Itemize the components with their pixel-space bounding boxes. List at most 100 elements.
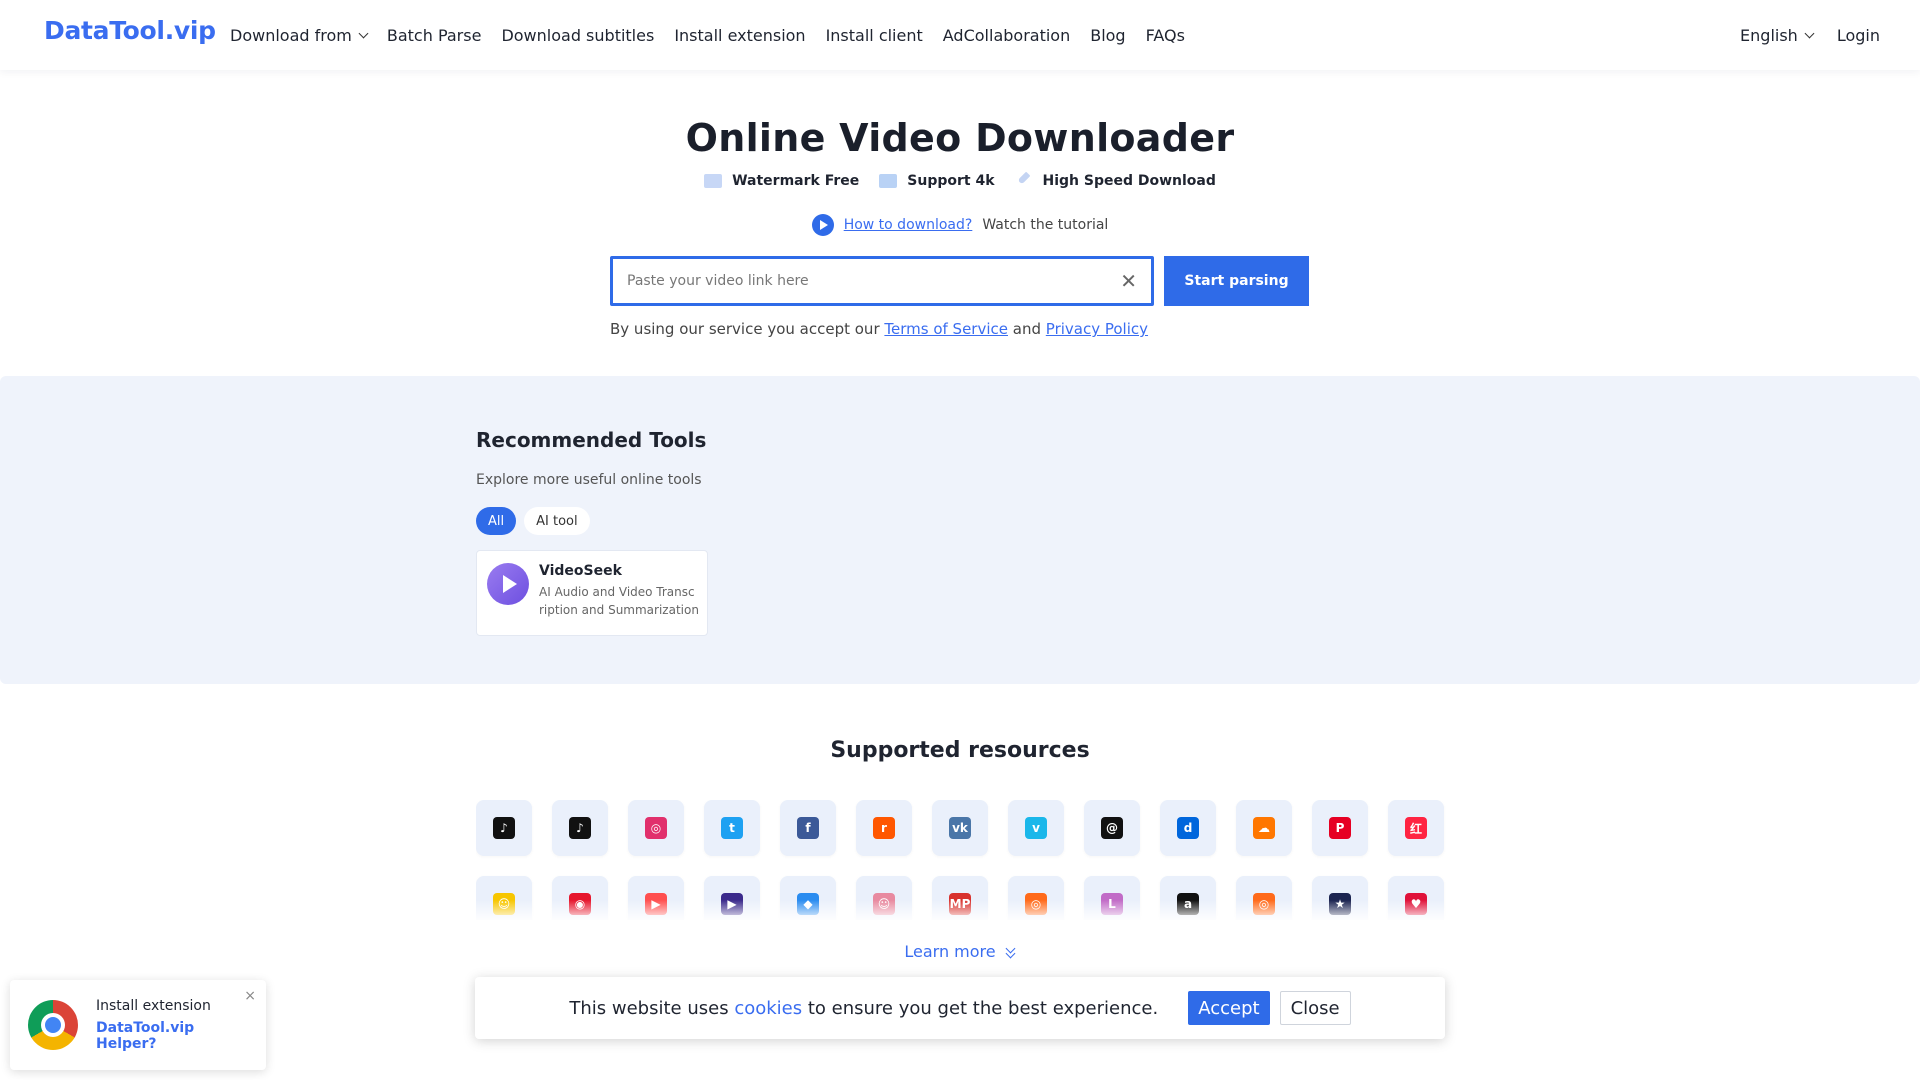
nav-item-faqs[interactable]: FAQs <box>1146 26 1185 45</box>
nav-item-label: AdCollaboration <box>942 25 1071 45</box>
soundcloud-icon: ☁ <box>1253 817 1275 839</box>
nav-item-install-client[interactable]: Install client <box>826 26 923 45</box>
resource-tile[interactable]: v <box>1008 800 1064 856</box>
4k-icon <box>879 174 898 188</box>
rocket-icon <box>1015 172 1033 190</box>
douyin-icon: ♪ <box>569 817 591 839</box>
extension-text: Install extension DataTool.vip Helper? <box>96 998 248 1052</box>
cookies-link[interactable]: cookies <box>734 998 802 1019</box>
accept-cookies-button[interactable]: Accept <box>1188 991 1270 1025</box>
tab-all[interactable]: All <box>476 507 517 535</box>
grid-fade <box>460 900 1460 922</box>
resource-tile[interactable]: vk <box>932 800 988 856</box>
tools-tabs: All AI tool <box>476 507 590 535</box>
extension-helper-link[interactable]: DataTool.vip Helper? <box>96 1020 248 1052</box>
language-selector[interactable]: English <box>1740 25 1815 45</box>
nav-item-blog[interactable]: Blog <box>1090 26 1125 45</box>
feature-label: High Speed Download <box>1042 173 1216 189</box>
feature-support-4k: Support 4k <box>879 172 995 190</box>
cookie-text-after: to ensure you get the best experience. <box>807 997 1159 1019</box>
pinterest-icon: P <box>1329 817 1351 839</box>
nav-item-batch-parse[interactable]: Batch Parse <box>387 26 482 45</box>
nav-item-install-extension[interactable]: Install extension <box>674 26 805 45</box>
header-actions: English Login <box>1740 0 1880 70</box>
search-row: ✕ Start parsing <box>610 256 1309 306</box>
facebook-icon: f <box>797 817 819 839</box>
resource-tile[interactable]: 红 <box>1388 800 1444 856</box>
page-title: Online Video Downloader <box>685 116 1235 160</box>
nav-item-label: Install extension <box>674 25 806 45</box>
resource-tile[interactable]: t <box>704 800 760 856</box>
reddit-icon: r <box>873 817 895 839</box>
tutorial-row: How to download? Watch the tutorial <box>0 214 1920 236</box>
clear-icon[interactable]: ✕ <box>1120 271 1137 291</box>
resource-tile[interactable]: r <box>856 800 912 856</box>
resource-tile[interactable]: P <box>1312 800 1368 856</box>
resource-tile[interactable]: ☁ <box>1236 800 1292 856</box>
chevron-down-icon <box>358 28 369 38</box>
nav-item-download-subtitles[interactable]: Download subtitles <box>501 26 654 45</box>
terms-of-service-link[interactable]: Terms of Service <box>884 320 1008 338</box>
nav-item-label: Batch Parse <box>386 25 482 45</box>
privacy-policy-link[interactable]: Privacy Policy <box>1046 320 1148 338</box>
install-extension-popup: Install extension DataTool.vip Helper? × <box>10 980 266 1070</box>
tool-description: AI Audio and Video Transcription and Sum… <box>539 585 699 617</box>
tutorial-text: Watch the tutorial <box>982 217 1109 233</box>
twitter-icon: t <box>721 817 743 839</box>
resource-tile[interactable]: d <box>1160 800 1216 856</box>
vk-icon: vk <box>949 817 971 839</box>
resource-tile[interactable]: f <box>780 800 836 856</box>
chrome-icon <box>28 1000 78 1050</box>
learn-more-label: Learn more <box>904 942 996 961</box>
start-parsing-button[interactable]: Start parsing <box>1164 256 1309 306</box>
double-chevron-down-icon <box>1006 945 1016 959</box>
recommended-tools-section: Recommended Tools Explore more useful on… <box>0 376 1920 684</box>
nav-item-adcollaboration[interactable]: AdCollaboration <box>943 26 1070 45</box>
feature-high-speed: High Speed Download <box>1015 172 1216 190</box>
nav-item-label: Blog <box>1090 25 1126 45</box>
nav-item-label: FAQs <box>1145 25 1185 45</box>
tiktok-icon: ♪ <box>493 817 515 839</box>
instagram-icon: ◎ <box>645 817 667 839</box>
xiaohongshu-icon: 红 <box>1405 817 1427 839</box>
dailymotion-icon: d <box>1177 817 1199 839</box>
tools-title: Recommended Tools <box>476 428 707 452</box>
terms-and: and <box>1012 320 1042 338</box>
resource-tile[interactable]: ♪ <box>552 800 608 856</box>
feature-list: Watermark Free Support 4k High Speed Dow… <box>0 172 1920 190</box>
tool-name: VideoSeek <box>539 563 622 579</box>
tab-ai-tool[interactable]: AI tool <box>524 507 590 535</box>
terms-notice: By using our service you accept our Term… <box>610 320 1148 338</box>
learn-more-link[interactable]: Learn more <box>0 942 1920 961</box>
cookie-message: This website uses cookies to ensure you … <box>569 998 1158 1019</box>
chevron-down-icon <box>1804 28 1815 38</box>
tools-subtitle: Explore more useful online tools <box>476 472 702 488</box>
site-logo[interactable]: DataTool.vip <box>44 16 216 45</box>
videoseek-play-icon <box>487 563 529 605</box>
main-nav: Download from Batch Parse Download subtitl… <box>230 0 1185 70</box>
top-nav-bar: DataTool.vip Download from Batch Parse Dow… <box>0 0 1920 70</box>
resource-tile[interactable]: ◎ <box>628 800 684 856</box>
terms-prefix: By using our service you accept our <box>610 320 880 338</box>
video-link-input[interactable] <box>627 273 1121 289</box>
feature-label: Support 4k <box>907 173 995 189</box>
feature-watermark-free: Watermark Free <box>704 172 859 190</box>
tool-info: VideoSeek AI Audio and Video Transcripti… <box>539 563 699 623</box>
language-label: English <box>1740 25 1798 45</box>
nav-item-label: Download subtitles <box>501 25 655 45</box>
threads-icon: @ <box>1101 817 1123 839</box>
close-icon[interactable]: × <box>244 988 256 1004</box>
close-cookies-button[interactable]: Close <box>1279 991 1351 1025</box>
login-link[interactable]: Login <box>1837 26 1880 45</box>
nav-item-download-from[interactable]: Download from <box>230 26 369 45</box>
extension-line1: Install extension <box>96 998 211 1014</box>
vimeo-icon: v <box>1025 817 1047 839</box>
nav-item-label: Install client <box>825 25 923 45</box>
watermark-icon <box>704 174 723 188</box>
resource-tile[interactable]: @ <box>1084 800 1140 856</box>
feature-label: Watermark Free <box>732 173 860 189</box>
tool-card-videoseek[interactable]: VideoSeek AI Audio and Video Transcripti… <box>476 550 708 636</box>
resource-tile[interactable]: ♪ <box>476 800 532 856</box>
how-to-download-link[interactable]: How to download? <box>844 217 973 233</box>
play-icon[interactable] <box>811 214 834 236</box>
